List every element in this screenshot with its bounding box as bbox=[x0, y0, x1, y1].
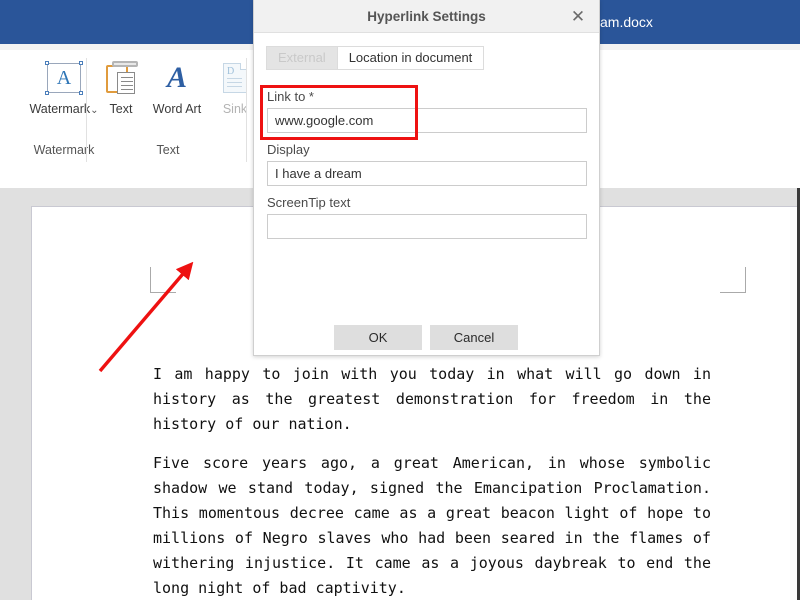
dialog-title-bar: Hyperlink Settings ✕ bbox=[254, 0, 599, 33]
document-title: am.docx bbox=[600, 14, 653, 30]
display-label: Display bbox=[267, 142, 310, 157]
ribbon-button-word-art[interactable]: A Word Art bbox=[146, 56, 208, 116]
ribbon-group-label-text: Text bbox=[126, 143, 210, 157]
ribbon-divider bbox=[86, 58, 87, 162]
dialog-tabs: External Location in document bbox=[266, 46, 484, 70]
tab-external[interactable]: External bbox=[266, 46, 337, 70]
ribbon-group-text: Text A Word Art D bbox=[90, 50, 250, 140]
dialog-title: Hyperlink Settings bbox=[254, 0, 599, 33]
document-paragraph: Five score years ago, a great American, … bbox=[153, 451, 711, 600]
watermark-label-text: Watermark bbox=[29, 102, 90, 116]
screentip-label: ScreenTip text bbox=[267, 195, 350, 210]
ribbon-button-text[interactable]: Text bbox=[90, 56, 152, 116]
display-input[interactable] bbox=[267, 161, 587, 186]
red-highlight-box bbox=[260, 85, 418, 140]
ribbon-divider bbox=[246, 58, 247, 162]
screentip-input[interactable] bbox=[267, 214, 587, 239]
ribbon-group-label-watermark: Watermark bbox=[22, 143, 106, 157]
margin-corner-mark bbox=[720, 267, 746, 293]
clipboard-text-icon bbox=[90, 56, 152, 100]
document-body-text[interactable]: I am happy to join with you today in wha… bbox=[153, 362, 711, 600]
cancel-button[interactable]: Cancel bbox=[430, 325, 518, 350]
document-paragraph: I am happy to join with you today in wha… bbox=[153, 362, 711, 437]
close-icon[interactable]: ✕ bbox=[567, 6, 589, 28]
ribbon-button-text-label: Text bbox=[90, 102, 152, 116]
tab-location-in-document[interactable]: Location in document bbox=[337, 46, 485, 70]
hyperlink-settings-dialog: Hyperlink Settings ✕ External Location i… bbox=[253, 0, 600, 356]
app-window: am.docx A Watermark⌄ Watermark bbox=[0, 0, 800, 600]
ribbon-button-word-art-label: Word Art bbox=[146, 102, 208, 116]
ok-button[interactable]: OK bbox=[334, 325, 422, 350]
red-arrow-annotation bbox=[85, 240, 225, 385]
wordart-a-icon: A bbox=[146, 56, 208, 100]
